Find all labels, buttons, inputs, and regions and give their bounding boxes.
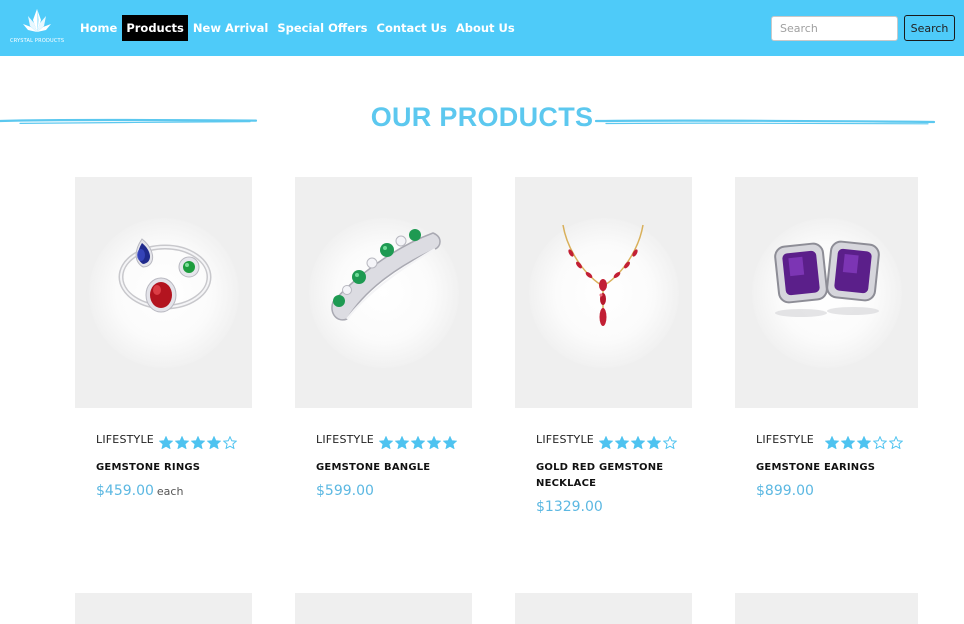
star-empty-icon <box>223 436 237 449</box>
nav-products[interactable]: Products <box>122 15 188 41</box>
product-price: $899.00 <box>756 483 817 499</box>
star-filled-icon <box>379 436 393 449</box>
product-name[interactable]: GEMSTONE BANGLE <box>316 460 466 476</box>
nav-special-offers[interactable]: Special Offers <box>273 15 371 41</box>
star-filled-icon <box>159 436 173 449</box>
product-rating <box>599 436 679 449</box>
product-category: LIFESTYLE <box>96 433 154 446</box>
product-name[interactable]: GEMSTONE EARINGS <box>756 460 906 476</box>
price-value: $459.00 <box>96 483 154 499</box>
product-rating <box>379 436 459 449</box>
title-divider-left <box>0 118 258 124</box>
product-category: LIFESTYLE <box>756 433 814 446</box>
search-input[interactable] <box>771 16 898 41</box>
nav-home[interactable]: Home <box>76 15 121 41</box>
title-divider-right <box>594 119 936 125</box>
star-empty-icon <box>873 436 887 449</box>
price-unit: each <box>156 485 184 498</box>
product-rating <box>159 436 239 449</box>
gemstone-rings-icon <box>118 238 212 313</box>
product-rating <box>825 436 905 449</box>
star-filled-icon <box>443 436 457 449</box>
price-value: $1329.00 <box>536 499 603 515</box>
search-button[interactable]: Search <box>904 15 955 41</box>
price-value: $899.00 <box>756 483 814 499</box>
star-filled-icon <box>631 436 645 449</box>
gemstone-earrings-icon <box>774 240 880 317</box>
product-card-image-partial[interactable] <box>75 593 252 624</box>
star-filled-icon <box>841 436 855 449</box>
nav-about-us[interactable]: About Us <box>452 15 519 41</box>
product-card-image-partial[interactable] <box>735 593 918 624</box>
product-price: $459.00 each <box>96 483 183 499</box>
product-price: $1329.00 <box>536 499 606 515</box>
star-filled-icon <box>647 436 661 449</box>
product-name[interactable]: GOLD RED GEMSTONE NECKLACE <box>536 460 676 492</box>
star-filled-icon <box>427 436 441 449</box>
star-empty-icon <box>663 436 677 449</box>
top-navbar: CRYSTAL PRODUCTS Home Products New Arriv… <box>0 0 964 56</box>
star-filled-icon <box>395 436 409 449</box>
gold-necklace-icon <box>562 224 644 326</box>
product-price: $599.00 <box>316 483 377 499</box>
gemstone-earrings-image[interactable] <box>735 177 918 408</box>
section-title: OUR PRODUCTS <box>370 102 594 132</box>
gemstone-bangle-icon <box>331 229 441 321</box>
price-value: $599.00 <box>316 483 374 499</box>
product-card[interactable]: LIFESTYLE GEMSTONE RINGS $459.00 each <box>75 177 252 499</box>
gold-necklace-image[interactable] <box>515 177 692 408</box>
product-card[interactable]: LIFESTYLE GEMSTONE BANGLE $599.00 <box>295 177 472 499</box>
brand-logo[interactable]: CRYSTAL PRODUCTS <box>10 8 64 46</box>
gemstone-bangle-image[interactable] <box>295 177 472 408</box>
star-filled-icon <box>411 436 425 449</box>
product-name[interactable]: GEMSTONE RINGS <box>96 460 246 476</box>
main-navigation: Home Products New Arrival Special Offers… <box>76 15 520 41</box>
crystal-logo-icon <box>23 9 51 32</box>
star-filled-icon <box>207 436 221 449</box>
logo-text: CRYSTAL PRODUCTS <box>10 38 65 44</box>
product-card-image-partial[interactable] <box>295 593 472 624</box>
nav-new-arrival[interactable]: New Arrival <box>189 15 272 41</box>
star-filled-icon <box>175 436 189 449</box>
star-filled-icon <box>615 436 629 449</box>
star-filled-icon <box>599 436 613 449</box>
product-card-image-partial[interactable] <box>515 593 692 624</box>
product-category: LIFESTYLE <box>536 433 594 446</box>
product-card[interactable]: LIFESTYLE GOLD RED GEMSTONE NECKLACE $13… <box>515 177 692 515</box>
product-card[interactable]: LIFESTYLE GEMSTONE EARINGS $899.00 <box>735 177 918 499</box>
star-filled-icon <box>857 436 871 449</box>
gemstone-rings-image[interactable] <box>75 177 252 408</box>
star-empty-icon <box>889 436 903 449</box>
star-filled-icon <box>191 436 205 449</box>
product-category: LIFESTYLE <box>316 433 374 446</box>
star-filled-icon <box>825 436 839 449</box>
nav-contact-us[interactable]: Contact Us <box>373 15 451 41</box>
